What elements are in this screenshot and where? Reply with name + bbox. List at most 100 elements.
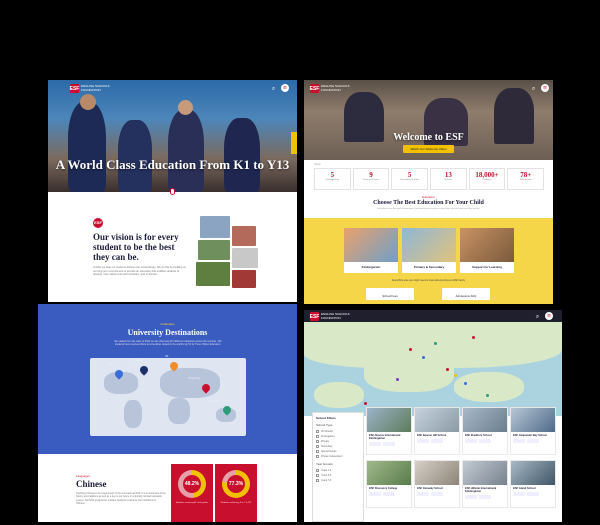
school-name: ESF Abacus International Kindergarten [369,434,401,441]
search-icon[interactable]: ⌕ [534,313,541,320]
filter-option[interactable]: Years 4-6 [316,474,360,477]
student-figure [118,120,152,192]
side-tab[interactable] [291,132,297,154]
school-card[interactable]: ESF Abacus International Kindergarten [366,407,412,455]
checkbox[interactable] [316,469,319,472]
menu-icon[interactable]: ≡ [545,312,553,320]
school-card[interactable]: ESF Clearwater Bay School [510,407,556,455]
filter-option[interactable]: Years 7-9 [316,479,360,482]
school-pin-icon[interactable] [454,374,457,377]
checkbox[interactable] [316,440,319,443]
menu-icon[interactable]: ≡ [281,84,289,92]
school-card[interactable]: ESF Hillside International Kindergarten [462,460,508,508]
breadcrumb[interactable]: Home [314,163,321,166]
esf-logo[interactable]: ESF [310,84,319,93]
checkbox[interactable] [316,445,319,448]
school-finder-panel: ESF ENGLISH SCHOOLS FOUNDATION ⌕ ≡ Schoo… [304,310,562,522]
map-land [454,372,524,402]
filter-option[interactable]: Years 1-3 [316,469,360,472]
school-card[interactable]: ESF Discovery College [366,460,412,508]
tag [527,492,539,497]
checkbox[interactable] [316,430,319,433]
map-land [314,382,364,408]
school-pin-icon[interactable] [446,368,449,371]
tag [369,492,381,497]
school-photo [367,408,411,432]
checkbox[interactable] [316,479,319,482]
vision-logo-icon: ESF [93,218,103,228]
school-pin-icon[interactable] [434,342,437,345]
school-pin-icon[interactable] [409,348,412,351]
admissions-faq-link[interactable]: Admissions FAQ [442,288,490,300]
school-pin-icon[interactable] [464,382,467,385]
university-subtitle: We started from the class of 2021 we are… [114,340,222,347]
education-card-kindergarten[interactable]: Kindergarten [344,228,398,273]
education-card-primary-secondary[interactable]: Primary & Secondary [402,228,456,273]
tag [465,495,477,500]
school-card[interactable]: ESF Bradbury School [462,407,508,455]
stat-number: 5 [407,171,412,179]
education-card-support[interactable]: Support for Learning [460,228,514,273]
map-pin-icon[interactable] [138,364,150,376]
school-pin-icon[interactable] [422,356,425,359]
filter-option[interactable]: All Schools [316,430,360,433]
school-tags [511,490,555,498]
checkbox[interactable] [316,455,319,458]
pin-label: Canada [134,359,143,362]
pin-label: USA [108,363,113,366]
university-title: University Destinations [127,328,208,337]
filter-option[interactable]: Private Independent [316,455,360,458]
school-pin-icon[interactable] [486,394,489,397]
school-card[interactable]: ESF Island School [510,460,556,508]
world-map[interactable] [90,358,246,436]
filter-option[interactable]: Kindergarten [316,435,360,438]
esf-logo[interactable]: ESF [310,312,319,321]
school-fees-link[interactable]: School Fees [366,288,414,300]
scroll-down-icon[interactable] [170,188,175,195]
gallery-photo [232,226,256,246]
esf-logo[interactable]: ESF [70,84,79,93]
filter-option-label: Years 1-3 [321,469,332,472]
face [178,100,193,115]
filter-option-label: Kindergarten [321,435,335,438]
pin-label: Australia [210,400,220,403]
student-figure [68,102,106,192]
school-pin-icon[interactable] [396,378,399,381]
filter-option-label: Primary [321,440,330,443]
filter-option[interactable]: Special Needs [316,450,360,453]
filter-option[interactable]: Secondary [316,445,360,448]
tag [369,442,381,447]
stat-card: 77.3% Students achieving 5 to 7 in DP [215,464,257,522]
school-pin-icon[interactable] [472,336,475,339]
tag [383,492,395,497]
watch-video-button[interactable]: Watch Our Welcome Video [403,145,454,153]
face [80,94,96,110]
checkbox[interactable] [316,474,319,477]
section-kicker: Languages [76,474,90,478]
donut-chart: 77.3% [222,470,250,498]
school-tags [415,437,459,445]
school-card[interactable]: ESF Beacon Hill School [414,407,460,455]
filter-option[interactable]: Primary [316,440,360,443]
card-label: Primary & Secondary [413,265,445,269]
stat-number: 13 [444,171,452,179]
search-icon[interactable]: ⌕ [530,85,537,92]
tag [479,439,491,444]
filter-group-heading: School Type [316,423,333,427]
menu-icon[interactable]: ≡ [541,84,549,92]
school-pin-icon[interactable] [364,402,367,405]
gallery-photo [198,240,230,260]
school-photo [463,461,507,485]
search-icon[interactable]: ⌕ [270,85,277,92]
hong-kong-map[interactable] [304,322,562,416]
stat-box: 5 Secondary Schools [391,168,429,190]
school-card[interactable]: ESF Glenealy School [414,460,460,508]
stat-number: 9 [369,171,373,179]
tag [417,439,429,444]
filter-option-label: Years 7-9 [321,479,332,482]
checkbox[interactable] [316,450,319,453]
tag [479,495,491,500]
school-tags [367,490,411,498]
stat-label: Nationalities [519,179,532,181]
checkbox[interactable] [316,435,319,438]
